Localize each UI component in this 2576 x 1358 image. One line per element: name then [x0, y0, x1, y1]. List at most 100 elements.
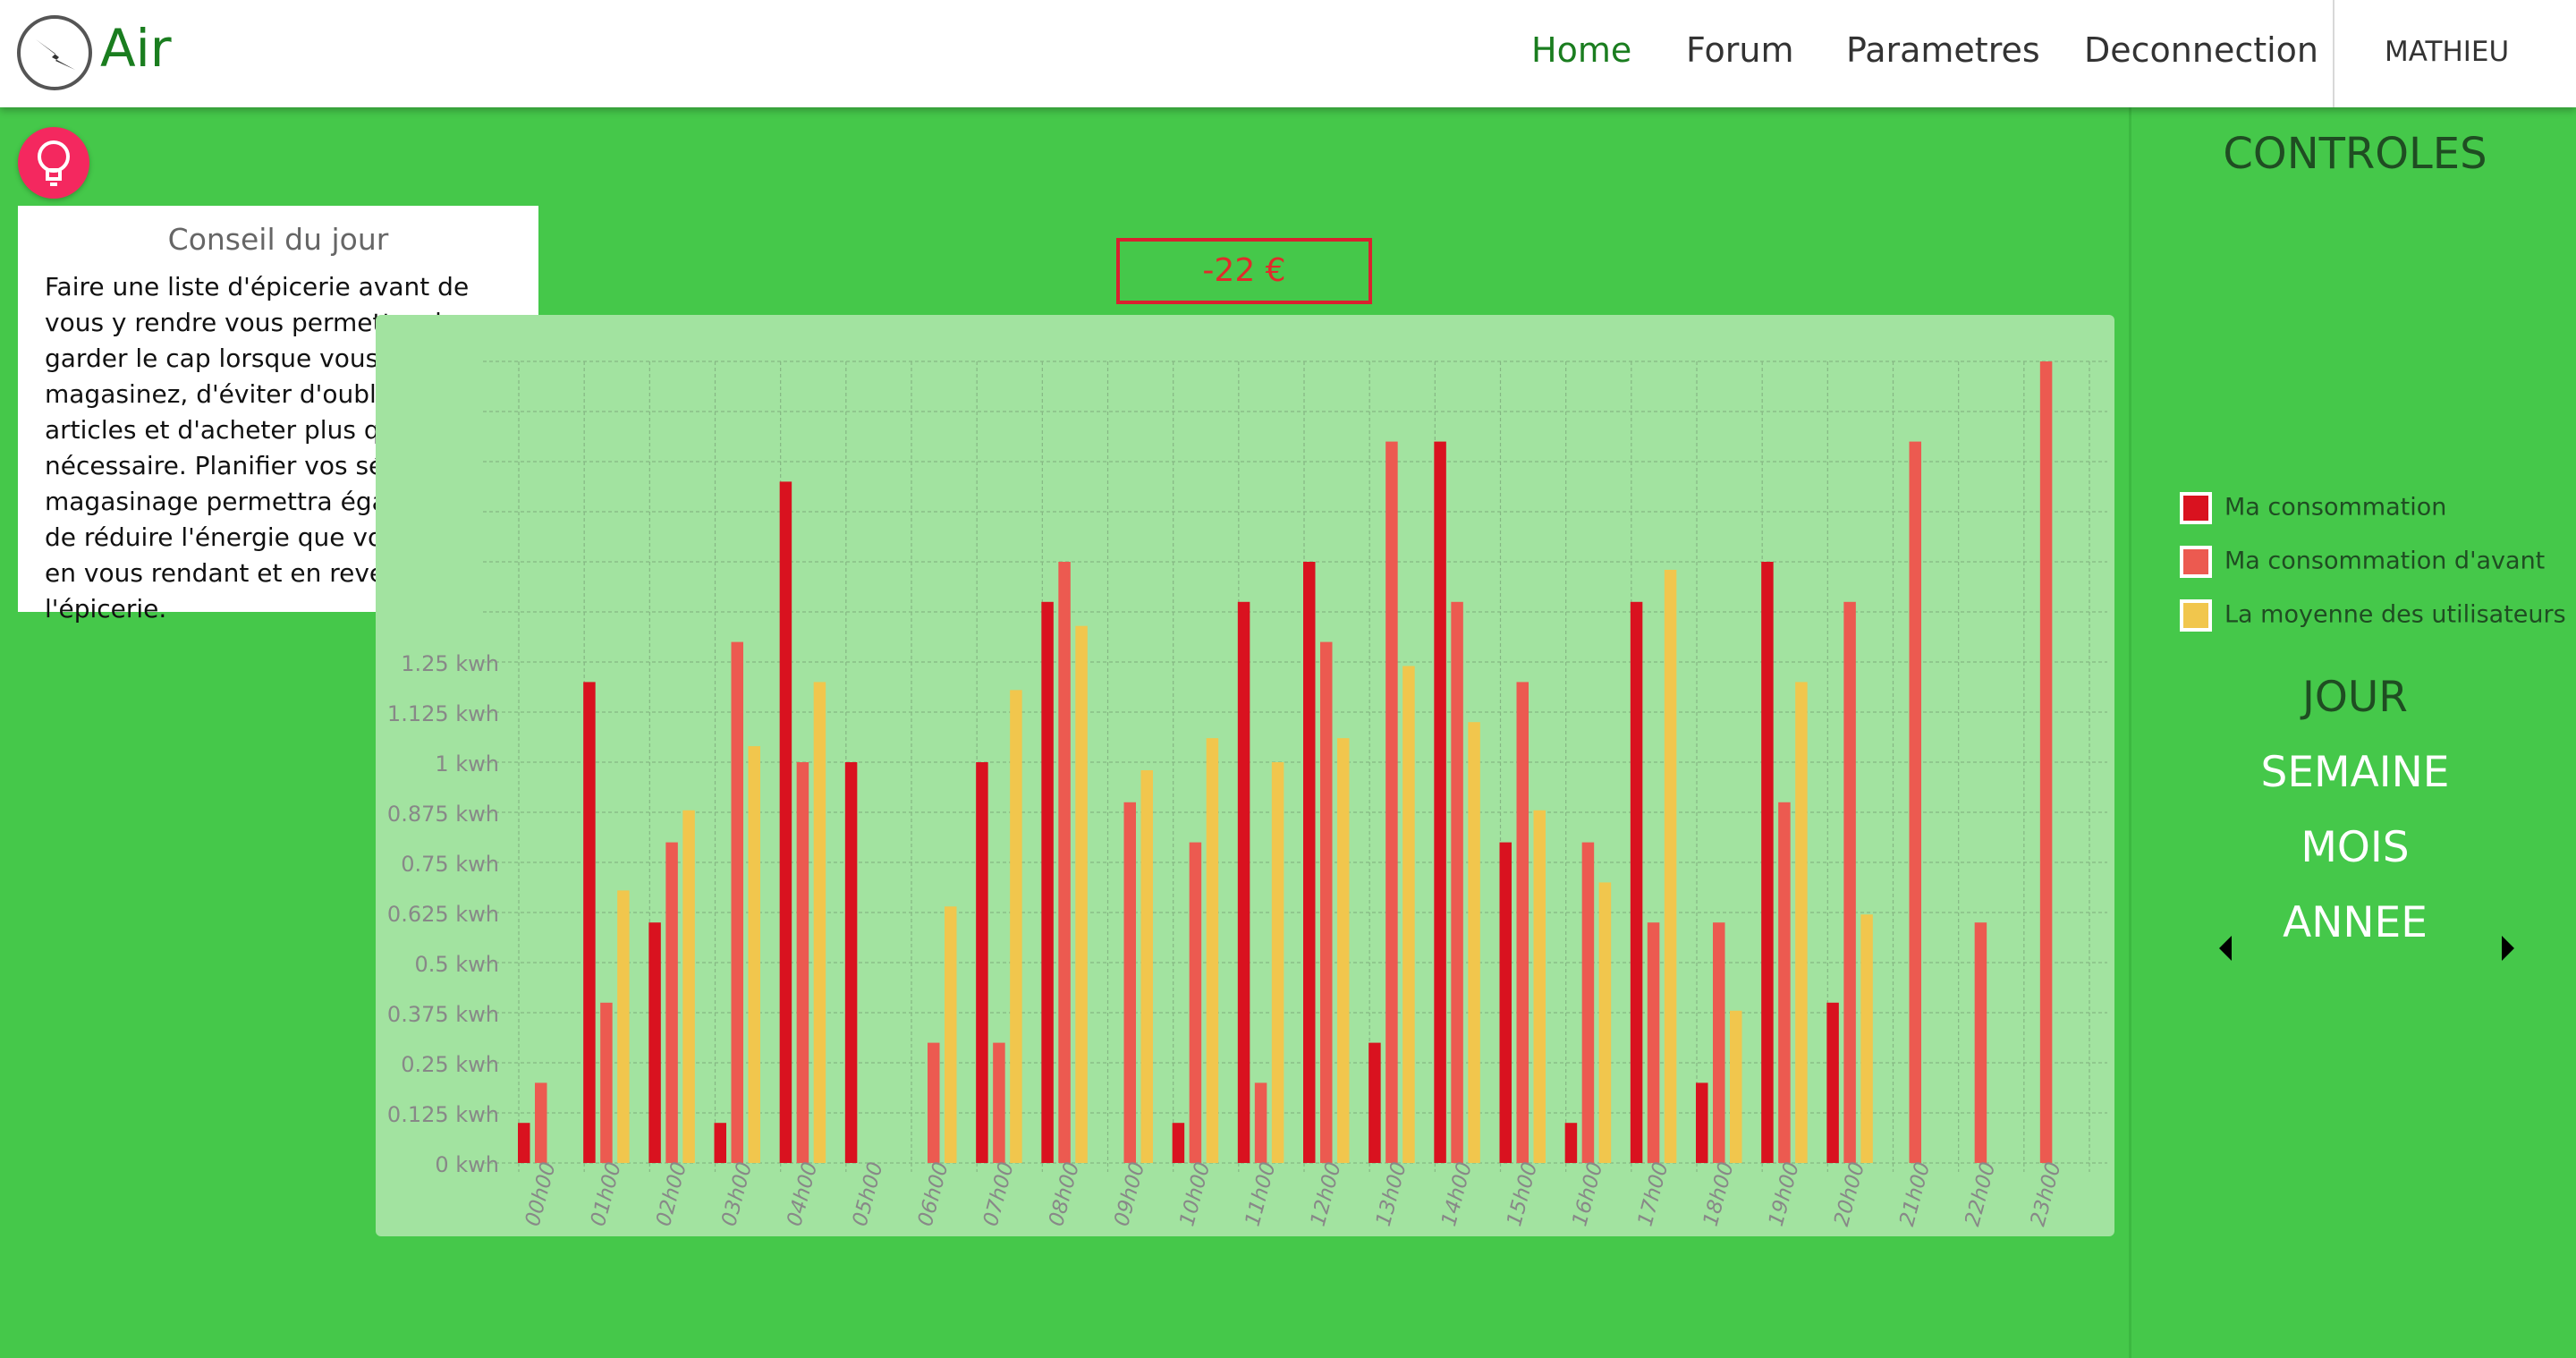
bar-consommation-avant — [535, 1082, 547, 1163]
y-tick-label: 0.875 kwh — [387, 802, 499, 827]
bar-consommation-avant — [1320, 641, 1333, 1163]
bar-consommation-avant — [1909, 441, 1921, 1164]
lightbulb-glyph — [38, 140, 70, 186]
x-tick-label: 06h00 — [914, 1159, 953, 1228]
legend-item-moyenne: La moyenne des utilisateurs — [2180, 599, 2566, 632]
y-tick-label: 0.5 kwh — [414, 952, 499, 977]
x-tick-label: 10h00 — [1175, 1159, 1215, 1228]
period-jour[interactable]: JOUR — [2131, 673, 2576, 722]
bar-moyenne — [1140, 769, 1153, 1163]
nav-separator — [2333, 0, 2334, 107]
bar-ma-consommation — [1172, 1123, 1185, 1163]
next-arrow-icon[interactable] — [2502, 936, 2514, 961]
x-tick-label: 14h00 — [1437, 1159, 1477, 1228]
lightbulb-icon[interactable] — [18, 127, 89, 199]
period-semaine[interactable]: SEMAINE — [2131, 748, 2576, 797]
x-tick-label: 05h00 — [849, 1159, 888, 1228]
bar-moyenne — [748, 746, 760, 1163]
x-tick-label: 09h00 — [1110, 1159, 1149, 1228]
period-mois[interactable]: MOIS — [2131, 823, 2576, 872]
x-tick-label: 12h00 — [1307, 1159, 1346, 1228]
nav-forum[interactable]: Forum — [1686, 30, 1793, 70]
bar-moyenne — [813, 682, 826, 1163]
bar-ma-consommation — [1041, 601, 1054, 1163]
x-tick-label: 22h00 — [1961, 1159, 2000, 1228]
legend-swatch — [2180, 546, 2212, 578]
bar-moyenne — [617, 890, 630, 1163]
x-tick-label: 13h00 — [1372, 1159, 1411, 1228]
bar-ma-consommation — [583, 682, 596, 1163]
price-display: -22 € — [1116, 238, 1372, 304]
legend-label: Ma consommation d'avant — [2224, 547, 2546, 575]
bar-ma-consommation — [779, 481, 792, 1163]
bar-consommation-avant — [731, 641, 743, 1163]
bar-moyenne — [945, 906, 957, 1163]
bar-ma-consommation — [1564, 1123, 1578, 1163]
bar-moyenne — [1533, 810, 1546, 1163]
tip-title: Conseil du jour — [167, 222, 389, 257]
bar-consommation-avant — [1451, 601, 1463, 1163]
x-tick-label: 19h00 — [1765, 1159, 1804, 1228]
bar-consommation-avant — [1647, 922, 1660, 1163]
bar-moyenne — [1075, 625, 1088, 1163]
bar-moyenne — [1010, 690, 1022, 1163]
bar-ma-consommation — [1826, 1002, 1839, 1163]
bar-moyenne — [1337, 738, 1350, 1163]
bar-moyenne — [1271, 762, 1284, 1163]
bar-moyenne — [1730, 1010, 1742, 1163]
x-tick-label: 20h00 — [1830, 1159, 1869, 1228]
y-tick-label: 1.125 kwh — [387, 701, 499, 726]
chart-panel: 0 kwh 0.125 kwh 0.25 kwh 0.375 kwh 0.5 kwh 0.… — [376, 315, 2114, 1236]
logo-icon[interactable] — [16, 14, 93, 91]
legend-swatch — [2180, 492, 2212, 524]
x-tick-label: 07h00 — [979, 1159, 1019, 1228]
top-navbar: Air Home Forum Parametres Deconnection M… — [0, 0, 2576, 107]
bar-consommation-avant — [928, 1042, 940, 1163]
bar-ma-consommation — [518, 1123, 530, 1163]
legend-swatch — [2180, 599, 2212, 632]
bar-ma-consommation — [1630, 601, 1643, 1163]
app-title[interactable]: Air — [100, 18, 172, 79]
bar-consommation-avant — [2039, 361, 2053, 1163]
previous-arrow-icon[interactable] — [2219, 936, 2232, 961]
bar-moyenne — [1206, 738, 1219, 1163]
bar-ma-consommation — [1761, 562, 1774, 1163]
bar-ma-consommation — [1696, 1082, 1708, 1163]
y-tick-label: 1.25 kwh — [401, 651, 499, 676]
bar-ma-consommation — [1303, 562, 1316, 1163]
bar-moyenne — [1664, 569, 1677, 1163]
y-tick-label: 0.375 kwh — [387, 1002, 499, 1027]
consumption-chart: 0 kwh 0.125 kwh 0.25 kwh 0.375 kwh 0.5 kwh 0.… — [387, 361, 2107, 1229]
bar-moyenne — [1402, 666, 1415, 1163]
controls-title: CONTROLES — [2223, 129, 2487, 179]
bar-moyenne — [1860, 914, 1873, 1163]
bar-consommation-avant — [1974, 922, 1987, 1163]
bar-consommation-avant — [1385, 441, 1398, 1164]
x-tick-label: 11h00 — [1241, 1159, 1281, 1228]
x-tick-label: 00h00 — [521, 1159, 561, 1228]
bar-ma-consommation — [648, 922, 661, 1163]
x-tick-label: 08h00 — [1045, 1159, 1084, 1228]
bar-consommation-avant — [1058, 562, 1071, 1163]
bar-consommation-avant — [1778, 802, 1791, 1163]
y-tick-label: 0.125 kwh — [387, 1102, 499, 1127]
bar-consommation-avant — [1713, 922, 1725, 1163]
nav-parametres[interactable]: Parametres — [1846, 30, 2040, 70]
bar-ma-consommation — [714, 1123, 726, 1163]
y-tick-label: 0.25 kwh — [401, 1052, 499, 1077]
nav-deconnection[interactable]: Deconnection — [2084, 30, 2318, 70]
x-tick-label: 02h00 — [652, 1159, 691, 1228]
x-tick-label: 04h00 — [783, 1159, 822, 1228]
bar-moyenne — [682, 810, 695, 1163]
bar-consommation-avant — [1843, 601, 1856, 1163]
legend-label: La moyenne des utilisateurs — [2224, 600, 2566, 629]
user-name[interactable]: MATHIEU — [2385, 36, 2509, 68]
bar-ma-consommation — [1368, 1042, 1381, 1163]
bar-consommation-avant — [993, 1042, 1005, 1163]
bar-consommation-avant — [600, 1002, 613, 1163]
x-tick-label: 03h00 — [717, 1159, 757, 1228]
nav-home[interactable]: Home — [1531, 30, 1631, 70]
x-tick-label: 01h00 — [587, 1159, 626, 1228]
bar-ma-consommation — [1237, 601, 1250, 1163]
x-tick-label: 16h00 — [1568, 1159, 1607, 1228]
